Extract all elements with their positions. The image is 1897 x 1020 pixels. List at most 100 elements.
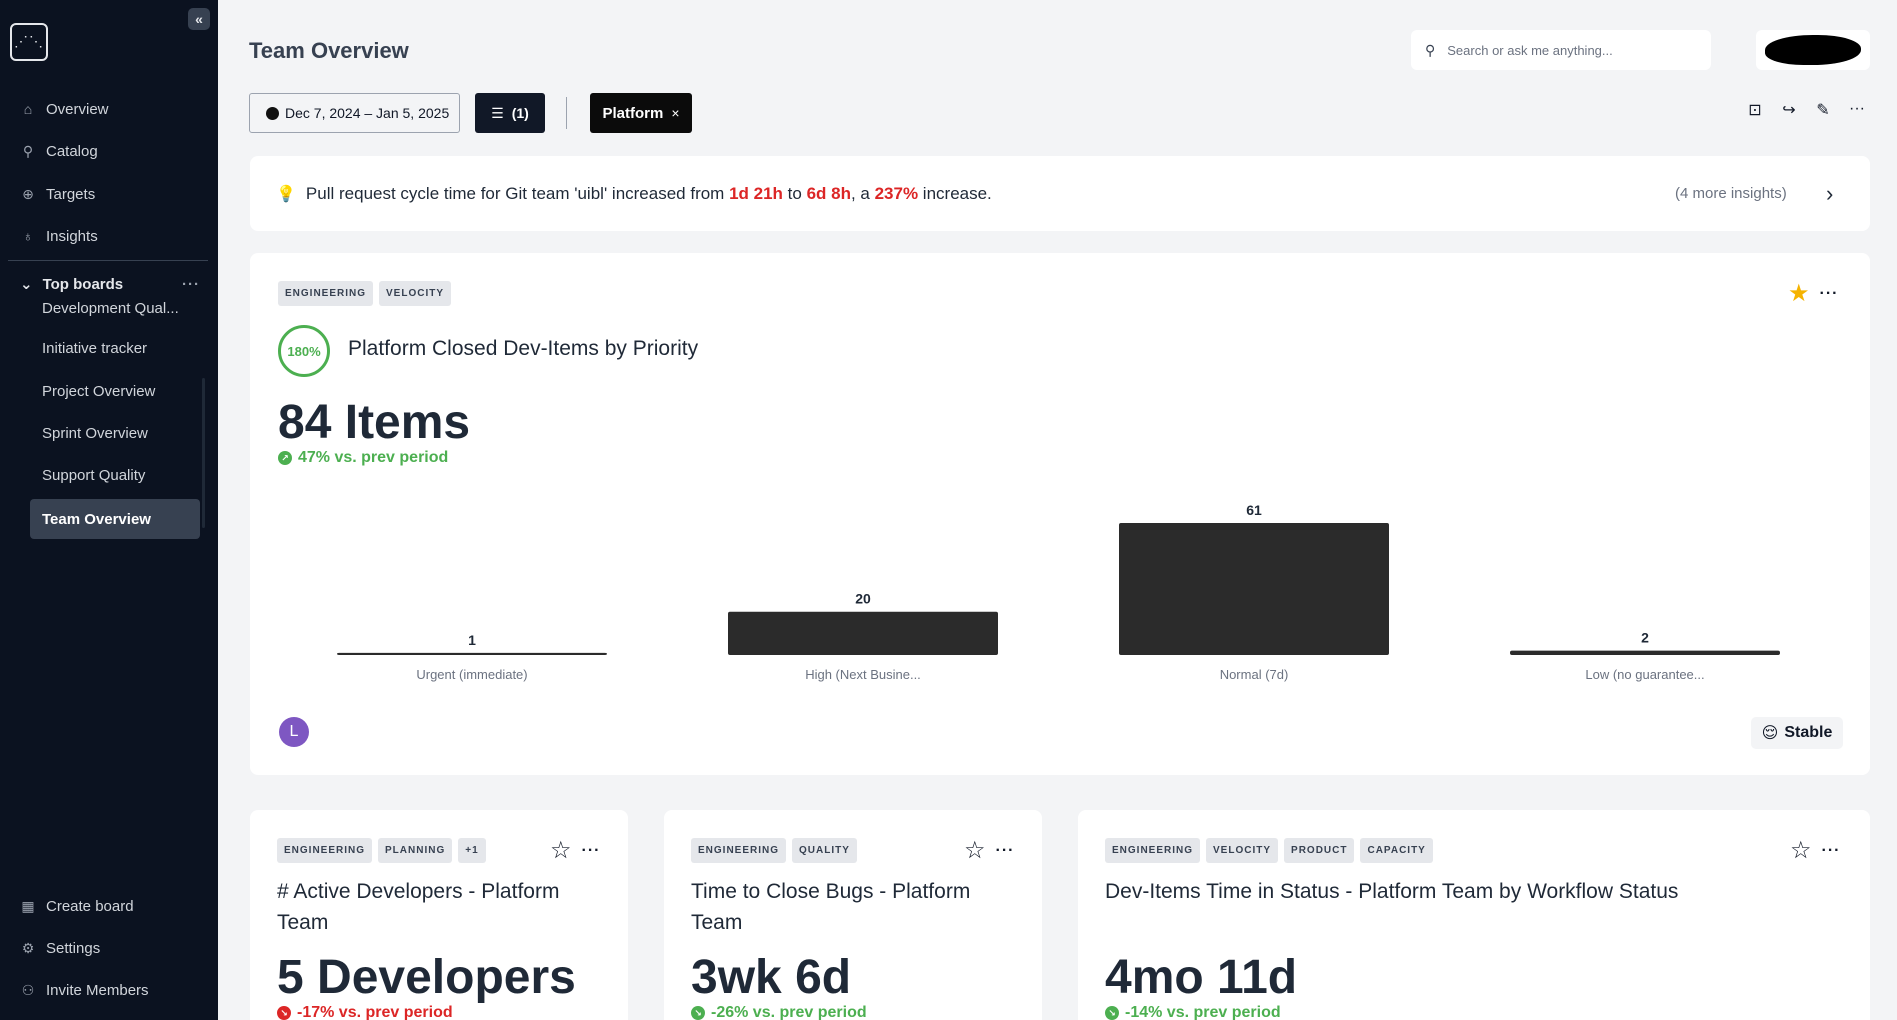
close-icon[interactable]: × <box>671 105 679 121</box>
nav-item-targets[interactable]: ⊕ Targets <box>20 182 95 206</box>
more-icon[interactable]: ··· <box>1847 100 1867 120</box>
chart-category-label: Normal (7d) <box>1220 667 1289 682</box>
metric-delta: ↗ 47% vs. prev period <box>278 449 448 467</box>
tag-engineering[interactable]: ENGINEERING <box>1105 838 1201 863</box>
insight-value-percent: 237% <box>874 183 919 203</box>
nav-item-overview[interactable]: ⌂ Overview <box>20 97 109 121</box>
board-item-team-overview[interactable]: Team Overview <box>30 499 200 539</box>
tag-more[interactable]: +1 <box>458 838 486 863</box>
card-title[interactable]: Dev-Items Time in Status - Platform Team… <box>1105 876 1845 907</box>
nav-label: Settings <box>46 939 101 957</box>
gear-icon: ⚙ <box>21 939 35 956</box>
metric-card-time-to-close-bugs: ENGINEERING QUALITY ☆ ··· Time to Close … <box>664 810 1042 1020</box>
delta-text: -14% vs. prev period <box>1125 1004 1281 1020</box>
filter-button[interactable]: ☰ (1) <box>475 93 545 133</box>
board-item-project-overview[interactable]: Project Overview <box>30 371 200 411</box>
insight-text-part: to <box>782 183 807 203</box>
tag-engineering[interactable]: ENGINEERING <box>278 281 374 306</box>
user-avatar-button[interactable] <box>1756 30 1870 70</box>
card-title[interactable]: Platform Closed Dev-Items by Priority <box>348 337 698 361</box>
insight-text-part: increase. <box>918 183 992 203</box>
star-icon[interactable]: ☆ <box>964 836 986 865</box>
metric-value: 3wk 6d <box>691 951 852 1004</box>
insight-text-part: , a <box>850 183 875 203</box>
collapse-sidebar-button[interactable]: « <box>188 8 210 30</box>
card-title[interactable]: # Active Developers - Platform Team <box>277 876 607 938</box>
tag-planning[interactable]: PLANNING <box>378 838 453 863</box>
more-icon[interactable]: ··· <box>1820 285 1839 303</box>
priority-bar-chart: 1 Urgent (immediate) 20 High (Next Busine..… <box>337 502 1780 682</box>
top-boards-toggle[interactable]: ⌄ Top boards ··· <box>20 275 200 294</box>
board-list-scrollbar[interactable] <box>202 378 205 528</box>
redacted-avatar <box>1765 35 1861 65</box>
chart-bar[interactable] <box>1510 650 1780 655</box>
board-list[interactable]: Development Qual... Initiative tracker P… <box>30 296 202 546</box>
team-filter-chip[interactable]: Platform × <box>590 93 692 133</box>
tag-product[interactable]: PRODUCT <box>1284 838 1355 863</box>
board-item-initiative-tracker[interactable]: Initiative tracker <box>30 328 200 368</box>
nav-item-catalog[interactable]: ⚲ Catalog <box>20 139 98 163</box>
star-icon[interactable]: ☆ <box>550 836 572 865</box>
nav-label: Invite Members <box>46 981 149 999</box>
search-icon: ⚲ <box>22 142 34 159</box>
user-plus-icon: ⚇ <box>21 981 35 998</box>
star-icon[interactable]: ☆ <box>1790 836 1812 865</box>
more-icon[interactable]: ··· <box>1822 842 1841 860</box>
nav-label: Targets <box>46 185 96 203</box>
delta-text: -26% vs. prev period <box>711 1004 867 1020</box>
status-label: Stable <box>1784 724 1833 741</box>
app-logo[interactable]: ⋰⋱ <box>10 23 48 61</box>
insight-value-to: 6d 8h <box>806 183 851 203</box>
more-icon[interactable]: ··· <box>996 842 1015 860</box>
chart-data-label: 2 <box>1641 630 1649 646</box>
search-input[interactable] <box>1447 42 1678 58</box>
nav-label: Overview <box>46 100 109 118</box>
page-title: Team Overview <box>249 38 409 63</box>
trend-up-icon: ↗ <box>278 451 292 465</box>
delta-text: 47% vs. prev period <box>298 449 449 466</box>
share-icon[interactable]: ↪ <box>1779 100 1799 120</box>
sidebar: ⋰⋱ « ⌂ Overview ⚲ Catalog ⊕ Targets ♁ In… <box>0 0 218 1020</box>
sidebar-divider <box>8 260 208 261</box>
tag-quality[interactable]: QUALITY <box>792 838 857 863</box>
chart-bar[interactable] <box>1119 523 1389 655</box>
card-tags: ENGINEERING VELOCITY <box>278 281 452 306</box>
board-item-development-quality[interactable]: Development Qual... <box>30 296 200 328</box>
card-actions: ☆ ··· <box>550 836 601 865</box>
edit-icon[interactable]: ✎ <box>1813 100 1833 120</box>
card-title[interactable]: Time to Close Bugs - Platform Team <box>691 876 1021 938</box>
board-item-support-quality[interactable]: Support Quality <box>30 455 200 495</box>
date-range-picker[interactable]: Dec 7, 2024 – Jan 5, 2025 <box>249 93 460 133</box>
owner-avatar[interactable]: L <box>279 717 309 747</box>
lock-icon[interactable]: ⊡ <box>1745 100 1765 120</box>
trend-down-icon: ↘ <box>691 1006 705 1020</box>
tag-velocity[interactable]: VELOCITY <box>1206 838 1279 863</box>
tag-engineering[interactable]: ENGINEERING <box>277 838 373 863</box>
insight-banner[interactable]: 💡 Pull request cycle time for Git team '… <box>250 156 1870 231</box>
metric-card-time-in-status: ENGINEERING VELOCITY PRODUCT CAPACITY ☆ … <box>1078 810 1870 1020</box>
chart-category-label: High (Next Busine... <box>805 667 921 682</box>
filter-count: (1) <box>511 105 529 121</box>
status-badge[interactable]: 😌 Stable <box>1751 717 1843 749</box>
invite-members-button[interactable]: ⚇ Invite Members <box>20 978 149 1002</box>
chart-bar[interactable] <box>728 611 998 655</box>
metric-delta: ↘ -26% vs. prev period <box>691 1004 867 1020</box>
chevron-right-icon[interactable]: › <box>1826 181 1833 207</box>
more-icon[interactable]: ··· <box>582 842 601 860</box>
tag-velocity[interactable]: VELOCITY <box>379 281 452 306</box>
tag-engineering[interactable]: ENGINEERING <box>691 838 787 863</box>
insight-value-from: 1d 21h <box>729 183 783 203</box>
chart-data-label: 1 <box>468 632 476 648</box>
top-boards-more-icon[interactable]: ··· <box>182 276 200 293</box>
board-item-sprint-overview[interactable]: Sprint Overview <box>30 413 200 453</box>
tag-capacity[interactable]: CAPACITY <box>1360 838 1433 863</box>
star-filled-icon[interactable]: ★ <box>1788 279 1810 308</box>
chart-bar[interactable] <box>337 652 607 655</box>
search-box[interactable]: ⚲ <box>1411 30 1711 70</box>
metric-value: 5 Developers <box>277 951 576 1004</box>
board-toolbar: ⊡ ↪ ✎ ··· <box>1745 100 1867 120</box>
create-board-button[interactable]: ▦ Create board <box>20 894 133 918</box>
settings-button[interactable]: ⚙ Settings <box>20 936 100 960</box>
nav-item-insights[interactable]: ♁ Insights <box>20 224 98 248</box>
more-insights-link[interactable]: (4 more insights) <box>1675 185 1787 202</box>
